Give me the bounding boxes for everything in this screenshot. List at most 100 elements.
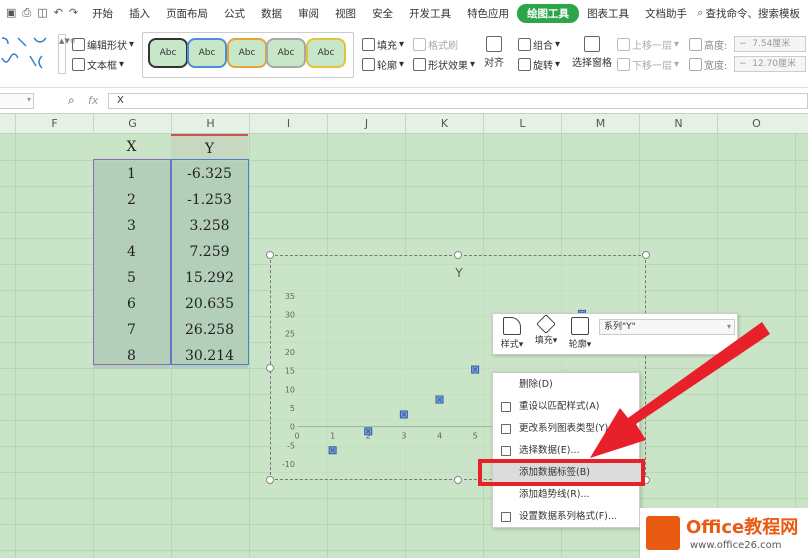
y-tick-label: 0 <box>290 423 295 432</box>
menu-formulas[interactable]: 公式 <box>216 6 253 21</box>
x-tick-label: 4 <box>437 432 442 441</box>
column-headers: F G H I J K L M N O <box>0 114 808 134</box>
group-button[interactable]: 组合 ▾ <box>518 37 560 52</box>
resize-handle[interactable] <box>454 251 462 259</box>
shape-style-3[interactable]: Abc <box>227 38 267 68</box>
chart-type-icon <box>501 424 511 434</box>
width-label: 宽度: <box>689 57 727 72</box>
resize-handle[interactable] <box>266 251 274 259</box>
column-header-k[interactable]: K <box>405 114 483 134</box>
send-backward-button[interactable]: 下移一层 ▾ <box>617 57 679 72</box>
data-point[interactable] <box>328 446 337 455</box>
menu-item-format-series[interactable]: 设置数据系列格式(F)... <box>493 506 641 528</box>
menu-view[interactable]: 视图 <box>327 6 364 21</box>
menu-home[interactable]: 开始 <box>84 6 121 21</box>
brush-icon <box>503 317 521 335</box>
column-header-n[interactable]: N <box>639 114 717 134</box>
resize-handle[interactable] <box>642 251 650 259</box>
align-button[interactable]: 对齐 <box>484 36 504 69</box>
selection-pane-button[interactable]: 选择窗格 <box>572 36 612 69</box>
name-box[interactable]: ▾ <box>0 93 34 109</box>
resize-handle[interactable] <box>266 476 274 484</box>
watermark-logo: Office教程网 www.office26.com <box>640 508 808 558</box>
height-label: 高度: <box>689 37 727 52</box>
redo-icon[interactable]: ↷ <box>69 7 78 19</box>
edit-shape-button[interactable]: 编辑形状 ▾ <box>72 37 134 52</box>
header-x-cell[interactable]: X <box>93 134 170 160</box>
chart-style-button[interactable]: 样式▾ <box>495 317 529 350</box>
menu-doc-assistant[interactable]: 文档助手 <box>637 6 695 21</box>
width-input[interactable]: − 12.70厘米 <box>734 56 806 72</box>
column-header-l[interactable]: L <box>483 114 561 134</box>
y-tick-label: 15 <box>285 367 295 376</box>
gallery-scroll-icon[interactable]: ▲▼≡ <box>58 34 76 74</box>
print-icon[interactable]: ⎙ <box>22 7 31 19</box>
shape-effects-button[interactable]: 形状效果 ▾ <box>413 57 475 72</box>
ribbon: ▲▼≡ 编辑形状 ▾ 文本框 ▾ Abc Abc Abc Abc Abc 填充 ▾ 格… <box>0 26 808 88</box>
column-header-m[interactable]: M <box>561 114 639 134</box>
menu-item-add-trendline[interactable]: 添加趋势线(R)... <box>493 484 641 506</box>
menu-features[interactable]: 特色应用 <box>459 6 517 21</box>
group-icon <box>518 38 531 51</box>
rotate-button[interactable]: 旋转 ▾ <box>518 57 560 72</box>
select-data-icon <box>501 446 511 456</box>
column-header-i[interactable]: I <box>249 114 327 134</box>
resize-handle[interactable] <box>266 364 274 372</box>
fill-button[interactable]: 填充 ▾ <box>362 37 404 52</box>
menu-developer[interactable]: 开发工具 <box>401 6 459 21</box>
zoom-icon[interactable]: ⌕ <box>68 93 75 108</box>
data-point[interactable] <box>364 427 373 436</box>
bring-forward-icon <box>617 38 630 51</box>
column-header-h[interactable]: H <box>171 114 249 134</box>
fx-icon[interactable]: fx <box>88 94 98 107</box>
height-icon <box>689 38 702 51</box>
textbox-button[interactable]: 文本框 ▾ <box>72 57 124 72</box>
y-range-outline <box>171 159 249 365</box>
x-tick-label: 5 <box>473 432 478 441</box>
column-header-g[interactable]: G <box>93 114 171 134</box>
send-backward-icon <box>617 58 630 71</box>
formula-input[interactable]: X <box>108 93 808 109</box>
menu-data[interactable]: 数据 <box>253 6 290 21</box>
column-header-o[interactable]: O <box>717 114 795 134</box>
save-icon[interactable]: ▣ <box>6 7 16 19</box>
y-tick-label: -10 <box>282 460 295 469</box>
header-y-cell[interactable]: Y <box>171 134 248 160</box>
print-preview-icon[interactable]: ◫ <box>37 7 47 19</box>
shape-style-2[interactable]: Abc <box>187 38 227 68</box>
undo-icon[interactable]: ↶ <box>54 7 63 19</box>
menu-page-layout[interactable]: 页面布局 <box>158 6 216 21</box>
resize-handle[interactable] <box>454 476 462 484</box>
outline-icon <box>362 58 375 71</box>
column-header-j[interactable]: J <box>327 114 405 134</box>
x-tick-label: 1 <box>330 432 335 441</box>
format-series-icon <box>501 512 511 522</box>
menu-chart-tools[interactable]: 图表工具 <box>579 6 637 21</box>
y-tick-label: 5 <box>290 404 295 413</box>
y-tick-label: -5 <box>287 441 295 450</box>
column-header-f[interactable]: F <box>15 114 93 134</box>
data-point[interactable] <box>399 410 408 419</box>
x-tick-label: 3 <box>401 432 406 441</box>
shape-style-5[interactable]: Abc <box>306 38 346 68</box>
shape-style-1[interactable]: Abc <box>148 38 188 68</box>
format-painter-icon <box>413 38 426 51</box>
bring-forward-button[interactable]: 上移一层 ▾ <box>617 37 679 52</box>
menu-insert[interactable]: 插入 <box>121 6 158 21</box>
x-tick-label: 0 <box>294 432 299 441</box>
reset-style-icon <box>501 402 511 412</box>
data-point[interactable] <box>435 395 444 404</box>
outline-button[interactable]: 轮廓 ▾ <box>362 57 404 72</box>
grid-column-line <box>249 134 250 558</box>
height-input[interactable]: − 7.54厘米 <box>734 36 806 52</box>
menu-drawing-tools[interactable]: 绘图工具 <box>517 3 580 23</box>
format-painter-button[interactable]: 格式刷 <box>413 37 458 52</box>
data-point[interactable] <box>471 365 480 374</box>
shape-effects-icon <box>413 58 426 71</box>
shape-style-4[interactable]: Abc <box>266 38 306 68</box>
grid-column-line <box>795 134 796 558</box>
shape-gallery[interactable] <box>0 34 56 74</box>
command-search[interactable]: 查找命令、搜索模板 <box>704 6 808 21</box>
menu-review[interactable]: 审阅 <box>290 6 327 21</box>
menu-security[interactable]: 安全 <box>364 6 401 21</box>
